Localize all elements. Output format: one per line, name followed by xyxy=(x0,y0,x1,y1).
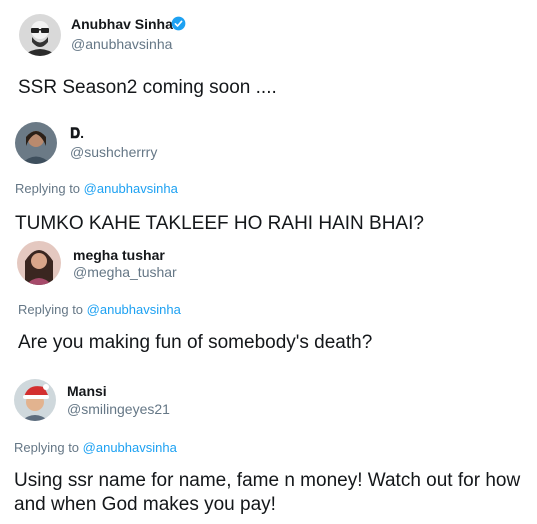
author-handle[interactable]: @megha_tushar xyxy=(73,264,177,280)
tweet-sushcherrry: 𝐃. @sushcherrry Replying to @anubhavsinh… xyxy=(0,118,537,238)
author-name[interactable]: megha tushar xyxy=(73,247,165,263)
tweet-mansi: Mansi @smilingeyes21 Replying to @anubha… xyxy=(0,366,530,524)
replying-to: Replying to @anubhavsinha xyxy=(14,440,177,455)
tweet-text: Are you making fun of somebody's death? xyxy=(18,332,373,353)
author-handle[interactable]: @anubhavsinha xyxy=(71,36,172,52)
avatar[interactable] xyxy=(14,379,56,421)
author-name[interactable]: Anubhav Sinha xyxy=(71,16,173,32)
avatar[interactable] xyxy=(15,122,57,164)
avatar[interactable] xyxy=(19,14,61,56)
tweet-text: TUMKO KAHE TAKLEEF HO RAHI HAIN BHAI? xyxy=(15,213,424,234)
author-handle[interactable]: @smilingeyes21 xyxy=(67,401,170,417)
replying-to-label: Replying to xyxy=(18,302,84,317)
avatar[interactable] xyxy=(17,241,61,285)
mention-link[interactable]: @anubhavsinha xyxy=(84,181,178,196)
author-name[interactable]: Mansi xyxy=(67,383,107,399)
verified-badge-icon xyxy=(171,16,186,31)
tweet-text: SSR Season2 coming soon .... xyxy=(18,77,277,98)
tweet-text: Using ssr name for name, fame n money! W… xyxy=(14,470,521,515)
tweet-megha: megha tushar @megha_tushar Replying to @… xyxy=(0,238,530,366)
author-name[interactable]: 𝐃. xyxy=(70,125,84,142)
tweet-anubhav: Anubhav Sinha @anubhavsinha SSR Season2 … xyxy=(0,0,537,118)
mention-link[interactable]: @anubhavsinha xyxy=(87,302,181,317)
replying-to: Replying to @anubhavsinha xyxy=(18,302,181,317)
replying-to-label: Replying to xyxy=(15,181,81,196)
replying-to-label: Replying to xyxy=(14,440,80,455)
mention-link[interactable]: @anubhavsinha xyxy=(83,440,177,455)
author-handle[interactable]: @sushcherrry xyxy=(70,144,157,160)
replying-to: Replying to @anubhavsinha xyxy=(15,181,178,196)
